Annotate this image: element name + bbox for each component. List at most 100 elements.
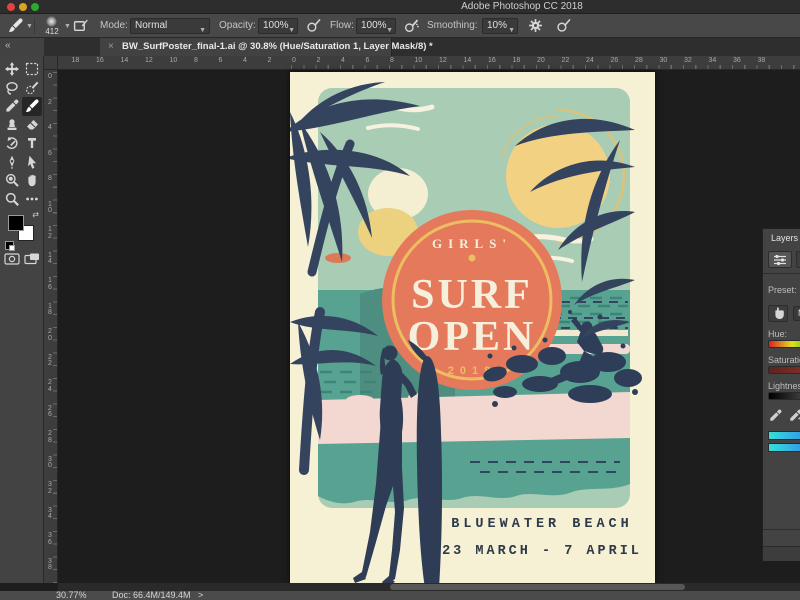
- channel-select[interactable]: Master: [793, 306, 800, 321]
- ruler-number: 20: [46, 329, 54, 342]
- toggle-brush-settings-icon[interactable]: [73, 18, 88, 36]
- ruler-number: 0: [292, 57, 296, 64]
- adjustments-view-button[interactable]: [768, 251, 792, 268]
- ruler-number: 10: [415, 57, 423, 64]
- ruler-number: 8: [390, 57, 394, 64]
- targeted-adjustment-icon[interactable]: [768, 305, 788, 322]
- tab-layers[interactable]: Layers: [763, 229, 800, 247]
- minimize-window-button[interactable]: [19, 3, 27, 11]
- ruler-number: 4: [243, 57, 247, 64]
- ruler-number: 32: [684, 57, 692, 64]
- lasso-tool[interactable]: [2, 79, 22, 98]
- eyedropper-sample-icon[interactable]: [769, 409, 782, 424]
- active-tool-icon[interactable]: [8, 18, 23, 36]
- preset-label: Preset:: [768, 285, 797, 295]
- eyedropper-add-icon[interactable]: [789, 409, 800, 424]
- dodge-tool[interactable]: [2, 171, 22, 190]
- ruler-number: 18: [46, 304, 54, 317]
- masks-view-button[interactable]: [796, 251, 800, 268]
- foreground-color-swatch[interactable]: [8, 215, 24, 231]
- smoothing-options-gear-icon[interactable]: [528, 18, 543, 36]
- poster-dates-text: 23 MARCH - 7 APRIL: [442, 544, 642, 559]
- ruler-number: 20: [537, 57, 545, 64]
- poster-badge-top-text: GIRLS': [432, 236, 512, 251]
- quick-mask-button[interactable]: [4, 252, 20, 270]
- lightness-slider[interactable]: [768, 392, 800, 400]
- ruler-number: 22: [46, 355, 54, 368]
- hue-spectrum-after-bar: [768, 443, 800, 452]
- ruler-number: 2: [268, 57, 272, 64]
- horizontal-ruler[interactable]: 2018161412108642024681012141618202224262…: [44, 56, 800, 70]
- pen-tool[interactable]: [2, 153, 22, 172]
- ruler-number: 30: [660, 57, 668, 64]
- zoom-tool[interactable]: [2, 190, 22, 209]
- panel-footer: [763, 546, 800, 561]
- saturation-slider[interactable]: [768, 366, 800, 374]
- ruler-number: 22: [562, 57, 570, 64]
- ruler-number: 38: [758, 57, 766, 64]
- tab-close-icon[interactable]: ×: [108, 38, 114, 56]
- type-tool[interactable]: [22, 134, 42, 153]
- more-tools-button[interactable]: [22, 190, 42, 209]
- opacity-pressure-icon[interactable]: [306, 18, 321, 36]
- document-tab-title: BW_SurfPoster_final-1.ai @ 30.8% (Hue/Sa…: [122, 38, 433, 56]
- brush-size-value: 412: [41, 27, 63, 36]
- screen-mode-button[interactable]: [24, 252, 40, 270]
- ruler-number: 6: [219, 57, 223, 64]
- smoothing-chevron-icon: ▼: [508, 24, 515, 38]
- status-expand-icon[interactable]: >: [198, 590, 203, 600]
- opacity-select[interactable]: 100% ▼: [258, 18, 298, 34]
- vertical-ruler[interactable]: 02468101214161820222426283032343638: [44, 70, 58, 583]
- flow-select[interactable]: 100% ▼: [356, 18, 396, 34]
- ruler-number: 36: [733, 57, 741, 64]
- hue-slider[interactable]: [768, 340, 800, 348]
- horizontal-scrollbar-thumb[interactable]: [390, 584, 685, 590]
- flow-chevron-icon: ▼: [386, 24, 393, 38]
- opacity-chevron-icon: ▼: [288, 24, 295, 38]
- marquee-tool[interactable]: [22, 60, 42, 79]
- airbrush-icon[interactable]: [404, 18, 419, 36]
- brush-pressure-icon[interactable]: [556, 18, 571, 36]
- tools-panel-collapse[interactable]: «: [0, 38, 44, 56]
- eraser-tool[interactable]: [22, 116, 42, 135]
- mode-chevron-icon: ▼: [199, 24, 206, 38]
- ruler-number: 16: [96, 57, 104, 64]
- opacity-label: Opacity:: [219, 20, 256, 31]
- move-tool[interactable]: [2, 60, 22, 79]
- document-canvas[interactable]: GIRLS' SURF OPEN 2018: [290, 72, 655, 583]
- quick-selection-tool[interactable]: [22, 79, 42, 98]
- ruler-number: 18: [513, 57, 521, 64]
- ruler-number: 8: [46, 176, 54, 183]
- clone-stamp-tool[interactable]: [2, 116, 22, 135]
- ruler-number: 10: [170, 57, 178, 64]
- ruler-number: 26: [611, 57, 619, 64]
- hand-tool[interactable]: [22, 171, 42, 190]
- close-window-button[interactable]: [7, 3, 15, 11]
- history-brush-tool[interactable]: [2, 134, 22, 153]
- zoom-level-field[interactable]: 30.77%: [56, 590, 87, 600]
- ruler-number: 32: [46, 482, 54, 495]
- ruler-number: 14: [121, 57, 129, 64]
- document-tab[interactable]: × BW_SurfPoster_final-1.ai @ 30.8% (Hue/…: [100, 38, 392, 56]
- eyedropper-tool[interactable]: [2, 97, 22, 116]
- smoothing-select[interactable]: 10% ▼: [482, 18, 518, 34]
- zoom-window-button[interactable]: [31, 3, 39, 11]
- ruler-number: 28: [635, 57, 643, 64]
- default-colors-icon[interactable]: [5, 241, 14, 250]
- title-bar: Adobe Photoshop CC 2018: [0, 0, 800, 14]
- window-title: Adobe Photoshop CC 2018: [122, 1, 800, 12]
- tool-preset-chevron-icon[interactable]: ▼: [26, 23, 33, 30]
- brush-tool[interactable]: [22, 97, 42, 116]
- poster-title-line2: OPEN: [408, 314, 537, 360]
- ruler-number: 34: [46, 508, 54, 521]
- brush-tip-preview: [46, 16, 57, 27]
- mode-select[interactable]: Normal ▼: [130, 18, 210, 34]
- ruler-number: 4: [46, 125, 54, 132]
- document-size-status: Doc: 66.4M/149.4M: [112, 590, 191, 600]
- brush-picker-chevron-icon[interactable]: ▼: [64, 23, 71, 30]
- swap-colors-icon[interactable]: ⇄: [32, 210, 39, 219]
- ruler-number: 2: [317, 57, 321, 64]
- ruler-number: 6: [46, 151, 54, 158]
- ruler-number: 34: [709, 57, 717, 64]
- path-selection-tool[interactable]: [22, 153, 42, 172]
